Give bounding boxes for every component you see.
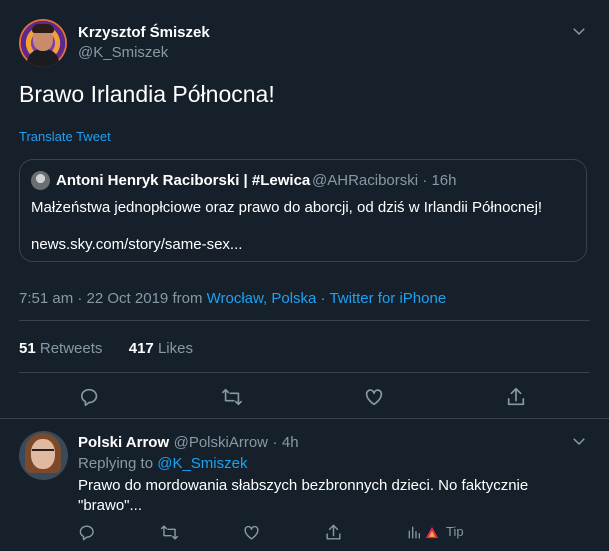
tweet-stats: 51 Retweets 417 Likes <box>19 340 193 357</box>
tweet-meta: 7:51 am · 22 Oct 2019 from Wrocław, Pols… <box>19 290 446 307</box>
reply-icon[interactable] <box>79 386 101 408</box>
reply-author-name[interactable]: Polski Arrow <box>78 434 169 451</box>
tweet-timestamp[interactable]: 7:51 am · 22 Oct 2019 <box>19 290 168 307</box>
main-tweet: Krzysztof Śmiszek @K_Smiszek Brawo Irlan… <box>0 0 609 419</box>
quoted-text: Małżeństwa jednopłciowe oraz prawo do ab… <box>31 199 543 216</box>
author-avatar[interactable] <box>19 19 67 67</box>
author-name[interactable]: Krzysztof Śmiszek <box>78 24 210 41</box>
retweets-label: Retweets <box>39 340 103 357</box>
likes-count: 417 <box>128 340 154 357</box>
quoted-time: 16h <box>431 172 457 189</box>
replying-to: Replying to @K_Smiszek <box>78 455 247 472</box>
location-link[interactable]: Wrocław, Polska <box>207 290 317 307</box>
reply-author-handle[interactable]: @PolskiArrow <box>174 434 268 451</box>
reply-header: Polski Arrow @PolskiArrow · 4h <box>78 434 299 452</box>
reply-author-avatar[interactable] <box>19 431 68 480</box>
divider <box>19 372 590 373</box>
retweets-stat[interactable]: 51 Retweets <box>19 340 102 357</box>
reply-separator: · <box>272 434 278 451</box>
translate-tweet-link[interactable]: Translate Tweet <box>19 129 111 144</box>
replying-to-label: Replying to <box>78 455 154 472</box>
reply-time[interactable]: 4h <box>282 434 299 451</box>
from-label: from <box>172 290 203 307</box>
likes-stat[interactable]: 417 Likes <box>129 340 193 357</box>
reply-icon[interactable] <box>78 523 97 542</box>
tweet-text: Brawo Irlandia Północna! <box>19 81 275 107</box>
quoted-author-name: Antoni Henryk Raciborski | #Lewica <box>56 172 311 189</box>
quoted-author-avatar <box>31 171 50 190</box>
replying-to-handle[interactable]: @K_Smiszek <box>157 455 247 472</box>
author-handle[interactable]: @K_Smiszek <box>78 44 168 61</box>
quoted-tweet[interactable]: Antoni Henryk Raciborski | #Lewica @AHRa… <box>19 159 587 262</box>
quoted-author-handle: @AHRaciborski <box>312 172 419 189</box>
chevron-down-icon[interactable] <box>570 22 588 40</box>
share-icon[interactable] <box>505 386 527 408</box>
analytics-icon[interactable] <box>406 524 422 541</box>
like-icon[interactable] <box>242 523 261 542</box>
source-separator: · <box>320 290 326 307</box>
quoted-separator: · <box>422 172 428 189</box>
chevron-down-icon[interactable] <box>570 432 588 450</box>
retweet-icon[interactable] <box>221 386 243 408</box>
quoted-link[interactable]: news.sky.com/story/same-sex... <box>31 236 242 253</box>
quoted-author-meta: @AHRaciborski · 16h <box>312 172 456 189</box>
share-icon[interactable] <box>324 523 343 542</box>
tip-icon[interactable] <box>424 525 440 540</box>
retweet-icon[interactable] <box>160 523 179 542</box>
likes-label: Likes <box>157 340 193 357</box>
reply-text: Prawo do mordowania słabszych bezbronnyc… <box>78 477 529 514</box>
divider <box>19 320 590 321</box>
retweets-count: 51 <box>19 340 36 357</box>
source-link[interactable]: Twitter for iPhone <box>329 290 446 307</box>
tip-label[interactable]: Tip <box>446 524 464 539</box>
like-icon[interactable] <box>363 386 385 408</box>
